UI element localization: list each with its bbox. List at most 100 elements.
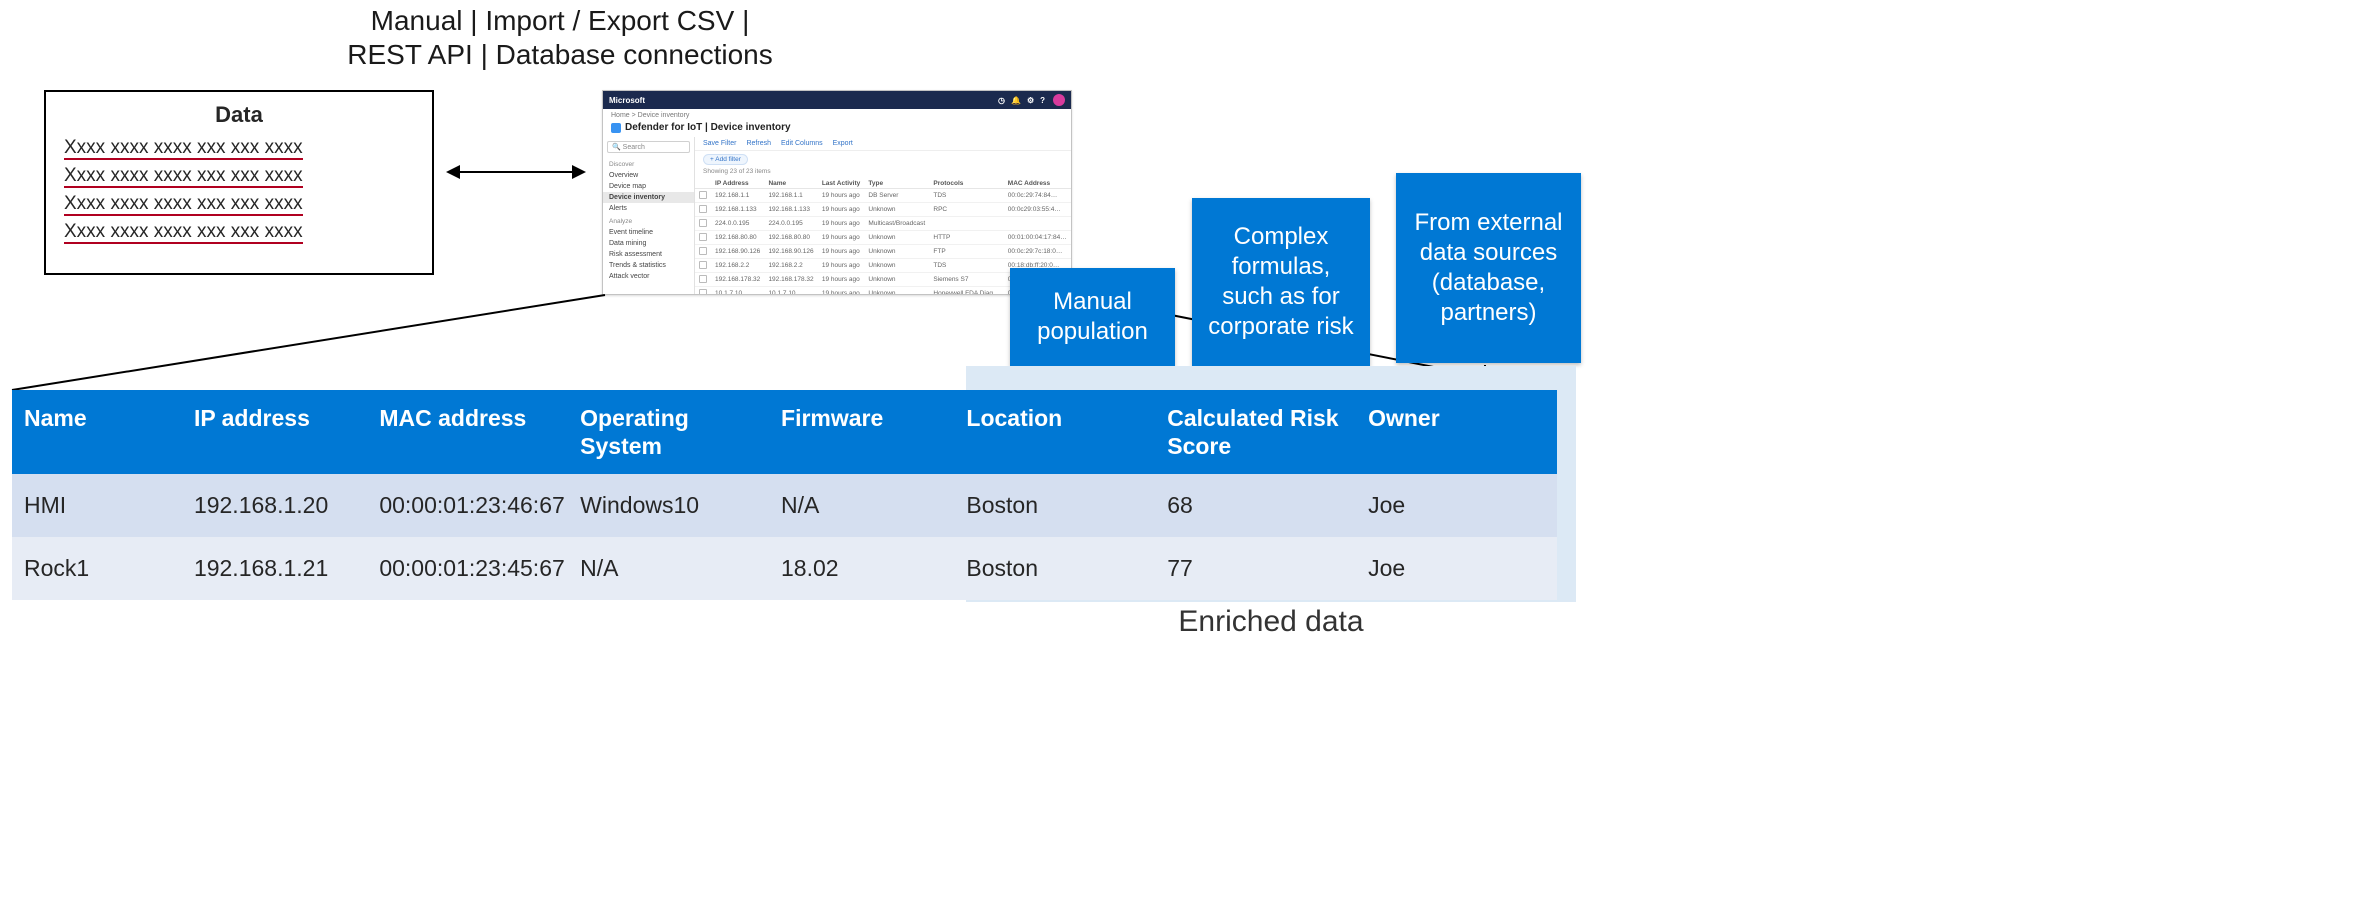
col-last[interactable]: Last Activity — [818, 178, 865, 189]
nav-header-analyze: Analyze — [609, 218, 688, 225]
defender-cell: 19 hours ago — [818, 273, 865, 287]
col-ip[interactable]: IP Address — [711, 178, 764, 189]
defender-row[interactable]: 192.168.80.80192.168.80.8019 hours agoUn… — [695, 231, 1071, 245]
sidebar-item-data-mining[interactable]: Data mining — [603, 238, 694, 249]
checkbox-icon[interactable] — [699, 191, 707, 199]
checkbox-icon[interactable] — [699, 205, 707, 213]
export-button[interactable]: Export — [833, 140, 853, 147]
sidebar-item-trends[interactable]: Trends & statistics — [603, 260, 694, 271]
cell-os: N/A — [568, 537, 769, 600]
checkbox-icon[interactable] — [699, 275, 707, 283]
cell-ip: 192.168.1.21 — [182, 537, 367, 600]
defender-row[interactable]: 192.168.1.133192.168.1.13319 hours agoUn… — [695, 203, 1071, 217]
cell-name: HMI — [12, 474, 182, 537]
page-title: Defender for IoT | Device inventory — [603, 122, 1071, 137]
table-row[interactable]: HMI 192.168.1.20 00:00:01:23:46:67 Windo… — [12, 474, 1557, 537]
defender-titlebar: Microsoft ◷ 🔔 ⚙ ? — [603, 91, 1071, 109]
defender-cell: 192.168.178.32 — [711, 273, 764, 287]
clock-icon: ◷ — [998, 96, 1005, 105]
col-name[interactable]: Name — [764, 178, 817, 189]
defender-cell: 192.168.90.126 — [764, 245, 817, 259]
checkbox-icon[interactable] — [699, 261, 707, 269]
item-count-label: Showing 23 of 23 items — [695, 168, 1071, 178]
cell-fw: N/A — [769, 474, 954, 537]
defender-row[interactable]: 192.168.1.1192.168.1.119 hours agoDB Ser… — [695, 189, 1071, 203]
sidebar-item-risk-assessment[interactable]: Risk assessment — [603, 249, 694, 260]
defender-cell: 10.1.7.10 — [711, 287, 764, 295]
cell-location: Boston — [954, 537, 1155, 600]
col-proto[interactable]: Protocols — [929, 178, 1003, 189]
defender-cell: Unknown — [864, 287, 929, 295]
raw-data-line: Xxxx xxxx xxxx xxx xxx xxxx — [64, 190, 414, 218]
checkbox-icon[interactable] — [699, 289, 707, 295]
header-name[interactable]: Name — [12, 390, 182, 474]
defender-cell: 00:0c:29:7c:18:0… — [1004, 245, 1071, 259]
sidebar-item-device-inventory[interactable]: Device inventory — [603, 192, 694, 203]
header-os[interactable]: Operating System — [568, 390, 769, 474]
table-header-row: Name IP address MAC address Operating Sy… — [12, 390, 1557, 474]
defender-brand: Microsoft — [609, 96, 645, 105]
refresh-button[interactable]: Refresh — [746, 140, 771, 147]
header-risk[interactable]: Calculated Risk Score — [1155, 390, 1356, 474]
sidebar-item-overview[interactable]: Overview — [603, 170, 694, 181]
checkbox-icon[interactable] — [699, 233, 707, 241]
defender-row[interactable]: 224.0.0.195224.0.0.19519 hours agoMultic… — [695, 217, 1071, 231]
defender-cell — [1004, 217, 1071, 231]
bell-icon: 🔔 — [1011, 96, 1021, 105]
defender-cell: Unknown — [864, 203, 929, 217]
defender-cell: 19 hours ago — [818, 203, 865, 217]
sidebar-item-attack-vector[interactable]: Attack vector — [603, 271, 694, 282]
sidebar-item-event-timeline[interactable]: Event timeline — [603, 227, 694, 238]
gear-icon: ⚙ — [1027, 96, 1034, 105]
cell-mac: 00:00:01:23:45:67 — [367, 537, 568, 600]
header-owner[interactable]: Owner — [1356, 390, 1557, 474]
caption-line-1: Manual | Import / Export CSV | — [371, 5, 750, 36]
checkbox-icon[interactable] — [699, 219, 707, 227]
defender-cell: 10.1.7.10 — [764, 287, 817, 295]
defender-cell — [929, 217, 1003, 231]
raw-data-line: Xxxx xxxx xxxx xxx xxx xxxx — [64, 218, 414, 246]
caption-line-2: REST API | Database connections — [347, 39, 772, 70]
defender-cell: Unknown — [864, 245, 929, 259]
defender-cell: 19 hours ago — [818, 217, 865, 231]
defender-cell: 192.168.80.80 — [764, 231, 817, 245]
cell-os: Windows10 — [568, 474, 769, 537]
nav-header-discover: Discover — [609, 161, 688, 168]
search-input[interactable]: 🔍 Search — [607, 141, 690, 153]
defender-cell: TDS — [929, 189, 1003, 203]
defender-cell: RPC — [929, 203, 1003, 217]
cell-name: Rock1 — [12, 537, 182, 600]
defender-cell: 192.168.2.2 — [764, 259, 817, 273]
diagram-caption: Manual | Import / Export CSV | REST API … — [280, 4, 840, 72]
defender-cell: Siemens S7 — [929, 273, 1003, 287]
sidebar-item-device-map[interactable]: Device map — [603, 181, 694, 192]
cell-mac: 00:00:01:23:46:67 — [367, 474, 568, 537]
defender-row[interactable]: 192.168.90.126192.168.90.12619 hours ago… — [695, 245, 1071, 259]
col-mac[interactable]: MAC Address — [1004, 178, 1071, 189]
header-firmware[interactable]: Firmware — [769, 390, 954, 474]
table-row[interactable]: Rock1 192.168.1.21 00:00:01:23:45:67 N/A… — [12, 537, 1557, 600]
defender-cell: 192.168.1.1 — [711, 189, 764, 203]
save-filter-button[interactable]: Save Filter — [703, 140, 736, 147]
breadcrumb: Home > Device inventory — [603, 109, 1071, 122]
cell-owner: Joe — [1356, 474, 1557, 537]
checkbox-icon[interactable] — [699, 247, 707, 255]
header-mac[interactable]: MAC address — [367, 390, 568, 474]
shield-icon — [611, 123, 621, 133]
defender-cell: 19 hours ago — [818, 287, 865, 295]
header-ip[interactable]: IP address — [182, 390, 367, 474]
defender-cell: 00:0c:29:74:84… — [1004, 189, 1071, 203]
sidebar-item-alerts[interactable]: Alerts — [603, 203, 694, 214]
defender-cell: 192.168.90.126 — [711, 245, 764, 259]
edit-columns-button[interactable]: Edit Columns — [781, 140, 823, 147]
header-location[interactable]: Location — [954, 390, 1155, 474]
cell-owner: Joe — [1356, 537, 1557, 600]
cell-ip: 192.168.1.20 — [182, 474, 367, 537]
defender-cell: TDS — [929, 259, 1003, 273]
defender-cell: 192.168.1.133 — [711, 203, 764, 217]
defender-cell: 224.0.0.195 — [711, 217, 764, 231]
raw-data-title: Data — [64, 102, 414, 128]
enriched-data-label: Enriched data — [966, 605, 1576, 639]
col-type[interactable]: Type — [864, 178, 929, 189]
add-filter-chip[interactable]: + Add filter — [703, 154, 748, 165]
